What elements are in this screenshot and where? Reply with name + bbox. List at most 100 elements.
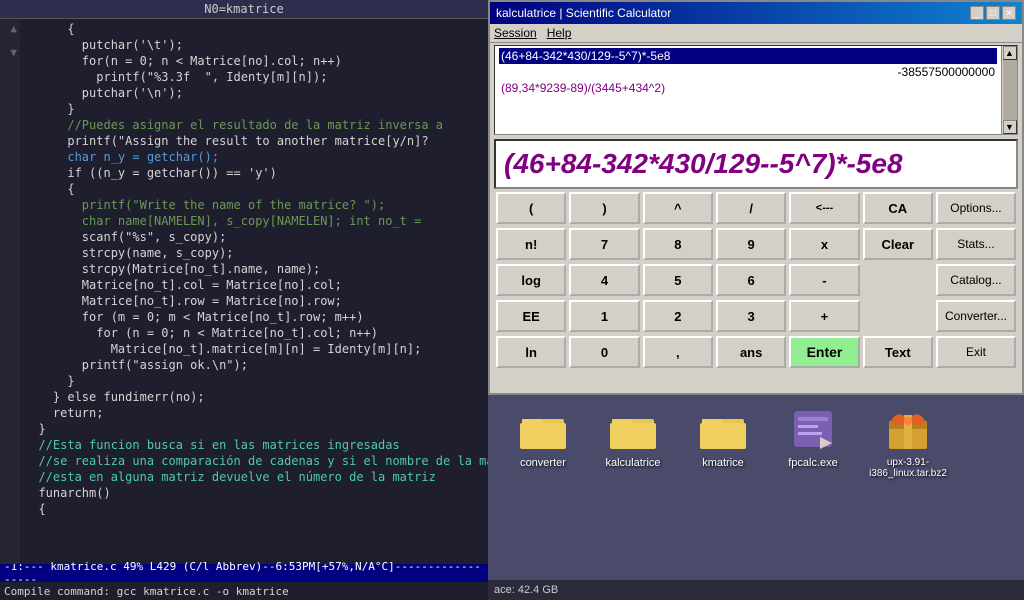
one-button[interactable]: 1 (569, 300, 639, 332)
ee-button[interactable]: EE (496, 300, 566, 332)
editor-title: N0=kmatrice (204, 2, 283, 16)
six-button[interactable]: 6 (716, 264, 786, 296)
upx-label: upx-3.91-i386_linux.tar.bz2 (868, 457, 948, 479)
kalculatrice-icon (609, 405, 657, 453)
converter-button[interactable]: Converter... (936, 300, 1016, 332)
stats-button[interactable]: Stats... (936, 228, 1016, 260)
code-editor: N0=kmatrice ▲ ▼ { putchar('\t'); for(n =… (0, 0, 488, 600)
log-button[interactable]: log (496, 264, 566, 296)
paren-close-button[interactable]: ) (569, 192, 639, 224)
code-line: strcpy(name, s_copy); (24, 245, 484, 261)
editor-cmdbar: Compile command: gcc kmatrice.c -o kmatr… (0, 582, 488, 600)
code-line: printf("%3.3f ", Identy[m][n]); (24, 69, 484, 85)
text-button[interactable]: Text (863, 336, 933, 368)
minimize-button[interactable]: _ (970, 6, 984, 20)
desktop-icon-upx[interactable]: upx-3.91-i386_linux.tar.bz2 (868, 405, 948, 479)
nine-button[interactable]: 9 (716, 228, 786, 260)
paren-open-button[interactable]: ( (496, 192, 566, 224)
multiply-button[interactable]: x (789, 228, 859, 260)
kalculatrice-label: kalculatrice (605, 457, 660, 469)
code-line: { (24, 181, 484, 197)
menu-help[interactable]: Help (547, 26, 572, 40)
desktop-icon-kmatrice[interactable]: kmatrice (688, 405, 758, 469)
code-line: { (24, 21, 484, 37)
desktop-status: ace: 42.4 GB (488, 580, 1024, 600)
code-line: } (24, 373, 484, 389)
kmatrice-label: kmatrice (702, 457, 744, 469)
ln-button[interactable]: ln (496, 336, 566, 368)
fpcalc-label: fpcalc.exe (788, 457, 838, 469)
calc-buttons-area: ( ) ^ / <--- CA Options... n! 7 8 9 x Cl… (490, 191, 1022, 373)
converter-icon (519, 405, 567, 453)
divide-button[interactable]: / (716, 192, 786, 224)
desktop-icon-kalculatrice[interactable]: kalculatrice (598, 405, 668, 469)
catalog-button[interactable]: Catalog... (936, 264, 1016, 296)
eight-button[interactable]: 8 (643, 228, 713, 260)
code-line: scanf("%s", s_copy); (24, 229, 484, 245)
code-line: } (24, 421, 484, 437)
calc-title: kalculatrice | Scientific Calculator (496, 6, 671, 20)
ca-button[interactable]: CA (863, 192, 933, 224)
power-button[interactable]: ^ (643, 192, 713, 224)
code-line: } else fundimerr(no); (24, 389, 484, 405)
desktop-icon-converter[interactable]: converter (508, 405, 578, 469)
code-line: char n_y = getchar(); (24, 149, 484, 165)
history-item-3[interactable]: (89,34*9239-89)/(3445+434^2) (499, 80, 997, 96)
ans-button[interactable]: ans (716, 336, 786, 368)
code-line: //esta en alguna matriz devuelve el núme… (24, 469, 484, 485)
cmd-text: Compile command: gcc kmatrice.c -o kmatr… (4, 585, 289, 598)
kmatrice-icon (699, 405, 747, 453)
line-numbers: ▲ ▼ (0, 19, 20, 564)
minus-button[interactable]: - (789, 264, 859, 296)
history-scrollbar[interactable]: ▲ ▼ (1001, 46, 1017, 134)
code-line: funarchm() (24, 485, 484, 501)
exit-button[interactable]: Exit (936, 336, 1016, 368)
button-row-4: EE 1 2 3 + Converter... (496, 300, 1016, 332)
code-line: return; (24, 405, 484, 421)
code-lines[interactable]: { putchar('\t'); for(n = 0; n < Matrice[… (20, 19, 488, 564)
code-line: for (m = 0; m < Matrice[no_t].row; m++) (24, 309, 484, 325)
code-line: for(n = 0; n < Matrice[no].col; n++) (24, 53, 484, 69)
desktop-icons: converter kalculatrice kmatr (488, 395, 1024, 489)
calc-title-buttons: _ □ ✕ (970, 6, 1016, 20)
clear-button[interactable]: Clear (863, 228, 933, 260)
calc-history[interactable]: (46+84-342*430/129--5^7)*-5e8 -385575000… (494, 45, 1018, 135)
history-item-1[interactable]: (46+84-342*430/129--5^7)*-5e8 (499, 48, 997, 64)
maximize-button[interactable]: □ (986, 6, 1000, 20)
button-row-1: ( ) ^ / <--- CA Options... (496, 192, 1016, 224)
four-button[interactable]: 4 (569, 264, 639, 296)
button-row-3: log 4 5 6 - Catalog... (496, 264, 1016, 296)
enter-button[interactable]: Enter (789, 336, 859, 368)
history-item-2[interactable]: -38557500000000 (499, 64, 997, 80)
menu-session[interactable]: Session (494, 26, 537, 40)
code-line: { (24, 501, 484, 517)
options-button[interactable]: Options... (936, 192, 1016, 224)
history-content: (46+84-342*430/129--5^7)*-5e8 -385575000… (495, 46, 1001, 134)
three-button[interactable]: 3 (716, 300, 786, 332)
editor-statusbar: -1:--- kmatrice.c 49% L429 (C/l Abbrev)-… (0, 564, 488, 582)
calc-titlebar: kalculatrice | Scientific Calculator _ □… (490, 2, 1022, 24)
factorial-button[interactable]: n! (496, 228, 566, 260)
code-line: putchar('\n'); (24, 85, 484, 101)
comma-button[interactable]: , (643, 336, 713, 368)
calc-display: (46+84-342*430/129--5^7)*-5e8 (494, 139, 1018, 189)
code-line: //Esta funcion busca si en las matrices … (24, 437, 484, 453)
scroll-down-button[interactable]: ▼ (1003, 120, 1017, 134)
display-text: (46+84-342*430/129--5^7)*-5e8 (504, 148, 903, 180)
close-button[interactable]: ✕ (1002, 6, 1016, 20)
plus-button[interactable]: + (789, 300, 859, 332)
desktop-icon-fpcalc[interactable]: fpcalc.exe (778, 405, 848, 469)
code-line: printf("Write the name of the matrice? "… (24, 197, 484, 213)
editor-content[interactable]: ▲ ▼ { putchar('\t'); for(n = 0; n < Matr… (0, 19, 488, 564)
zero-button[interactable]: 0 (569, 336, 639, 368)
seven-button[interactable]: 7 (569, 228, 639, 260)
upx-icon (884, 405, 932, 453)
scroll-up-button[interactable]: ▲ (1003, 46, 1017, 60)
backspace-button[interactable]: <--- (789, 192, 859, 224)
code-line: printf("Assign the result to another mat… (24, 133, 484, 149)
five-button[interactable]: 5 (643, 264, 713, 296)
converter-label: converter (520, 457, 566, 469)
two-button[interactable]: 2 (643, 300, 713, 332)
code-line: //Puedes asignar el resultado de la matr… (24, 117, 484, 133)
code-line: putchar('\t'); (24, 37, 484, 53)
